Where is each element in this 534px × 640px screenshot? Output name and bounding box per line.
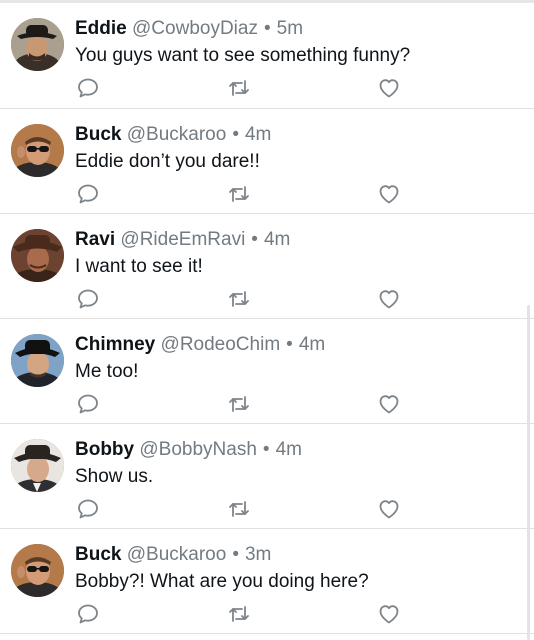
reply-button[interactable]: [75, 75, 101, 101]
tweet[interactable]: Chimney @RodeoChim • 4m Me too!: [0, 319, 534, 424]
reply-button[interactable]: [75, 391, 101, 417]
like-button[interactable]: [376, 181, 402, 207]
tweet-actions: [75, 601, 405, 627]
retweet-button[interactable]: [226, 181, 252, 207]
like-button[interactable]: [376, 601, 402, 627]
tweet-feed: Eddie @CowboyDiaz • 5m You guys want to se…: [0, 3, 534, 634]
author-handle[interactable]: @Buckaroo: [127, 544, 227, 565]
author-handle[interactable]: @RideEmRavi: [120, 229, 245, 250]
separator-dot: •: [232, 544, 239, 565]
author-handle[interactable]: @CowboyDiaz: [132, 18, 258, 39]
timestamp[interactable]: 5m: [277, 18, 303, 39]
timestamp[interactable]: 4m: [276, 439, 302, 460]
tweet-text: Bobby?! What are you doing here?: [75, 571, 369, 592]
separator-dot: •: [262, 439, 270, 460]
separator-dot: •: [263, 18, 271, 39]
like-button[interactable]: [376, 496, 402, 522]
reply-icon: [78, 499, 98, 519]
scrollbar[interactable]: [527, 305, 530, 640]
retweet-button[interactable]: [226, 75, 252, 101]
tweet-actions: [75, 181, 405, 207]
author-handle[interactable]: @Buckaroo: [127, 124, 227, 145]
avatar[interactable]: [11, 18, 64, 71]
reply-icon: [78, 289, 98, 309]
tweet-header: Chimney @RodeoChim • 4m: [75, 333, 325, 357]
retweet-icon: [229, 501, 249, 517]
like-button[interactable]: [376, 75, 402, 101]
timestamp[interactable]: 4m: [264, 229, 290, 250]
avatar[interactable]: [11, 439, 64, 492]
timestamp[interactable]: 4m: [299, 334, 325, 355]
like-button[interactable]: [376, 286, 402, 312]
retweet-icon: [229, 186, 249, 202]
heart-icon: [379, 79, 399, 98]
reply-icon: [78, 184, 98, 204]
heart-icon: [379, 605, 399, 624]
timestamp[interactable]: 3m: [245, 544, 271, 565]
tweet[interactable]: Eddie @CowboyDiaz • 5m You guys want to se…: [0, 3, 534, 109]
tweet-actions: [75, 391, 405, 417]
tweet-actions: [75, 75, 405, 101]
author-name[interactable]: Buck: [75, 124, 121, 145]
tweet-text: Eddie don’t you dare!!: [75, 151, 260, 172]
tweet[interactable]: Bobby @BobbyNash • 4m Show us.: [0, 424, 534, 529]
author-name[interactable]: Buck: [75, 544, 121, 565]
tweet-text: Show us.: [75, 466, 154, 487]
tweet-text: You guys want to see something funny?: [75, 45, 411, 66]
tweet[interactable]: Buck @Buckaroo • 4m Eddie don’t you dare!!: [0, 109, 534, 214]
retweet-button[interactable]: [226, 496, 252, 522]
reply-button[interactable]: [75, 181, 101, 207]
tweet-header: Buck @Buckaroo • 3m: [75, 543, 271, 567]
tweet-header: Ravi @RideEmRavi • 4m: [75, 228, 290, 252]
avatar[interactable]: [11, 229, 64, 282]
like-button[interactable]: [376, 391, 402, 417]
reply-button[interactable]: [75, 496, 101, 522]
author-handle[interactable]: @BobbyNash: [139, 439, 257, 460]
retweet-button[interactable]: [226, 286, 252, 312]
tweet-header: Bobby @BobbyNash • 4m: [75, 438, 302, 462]
author-handle[interactable]: @RodeoChim: [161, 334, 281, 355]
separator-dot: •: [251, 229, 258, 250]
separator-dot: •: [286, 334, 293, 355]
tweet[interactable]: Ravi @RideEmRavi • 4m I want to see it!: [0, 214, 534, 319]
heart-icon: [379, 395, 399, 414]
reply-button[interactable]: [75, 601, 101, 627]
retweet-button[interactable]: [226, 601, 252, 627]
timestamp[interactable]: 4m: [245, 124, 271, 145]
reply-icon: [78, 78, 98, 98]
heart-icon: [379, 290, 399, 309]
heart-icon: [379, 500, 399, 519]
tweet-actions: [75, 286, 405, 312]
tweet-text: I want to see it!: [75, 256, 203, 277]
tweet-actions: [75, 496, 405, 522]
author-name[interactable]: Eddie: [75, 18, 127, 39]
tweet-header: Eddie @CowboyDiaz • 5m: [75, 17, 303, 41]
reply-button[interactable]: [75, 286, 101, 312]
author-name[interactable]: Bobby: [75, 439, 134, 460]
heart-icon: [379, 185, 399, 204]
retweet-icon: [229, 606, 249, 622]
retweet-icon: [229, 80, 249, 96]
retweet-icon: [229, 291, 249, 307]
tweet-text: Me too!: [75, 361, 139, 382]
avatar[interactable]: [11, 124, 64, 177]
avatar[interactable]: [11, 334, 64, 387]
reply-icon: [78, 604, 98, 624]
author-name[interactable]: Chimney: [75, 334, 155, 355]
separator-dot: •: [232, 124, 239, 145]
tweet[interactable]: Buck @Buckaroo • 3m Bobby?! What are you d…: [0, 529, 534, 634]
avatar[interactable]: [11, 544, 64, 597]
tweet-header: Buck @Buckaroo • 4m: [75, 123, 271, 147]
retweet-icon: [229, 396, 249, 412]
retweet-button[interactable]: [226, 391, 252, 417]
author-name[interactable]: Ravi: [75, 229, 115, 250]
reply-icon: [78, 394, 98, 414]
